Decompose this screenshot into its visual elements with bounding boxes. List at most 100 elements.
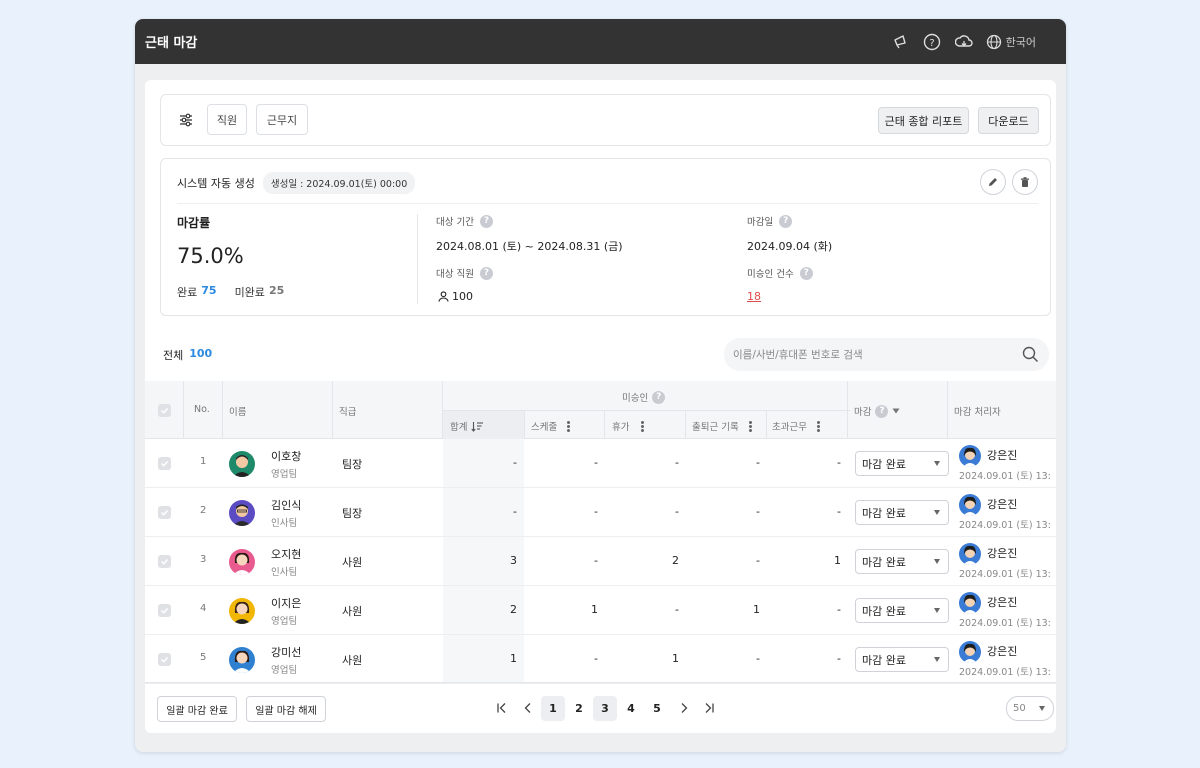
leave-value: - [675, 505, 679, 518]
download-button[interactable]: 다운로드 [978, 107, 1039, 134]
employee-name[interactable]: 오지현 [271, 546, 301, 562]
first-page-icon[interactable] [495, 700, 509, 716]
done-count: 75 [201, 284, 217, 297]
processed-at: 2024.09.01 (토) 13:... [959, 520, 1051, 531]
row-checkbox[interactable] [158, 653, 171, 666]
closing-status-select[interactable]: 마감 완료 [855, 647, 949, 672]
megaphone-icon[interactable] [890, 32, 910, 52]
header-attendance[interactable]: 출퇴근 기록 [692, 419, 752, 433]
leave-value: 1 [672, 652, 679, 665]
table-row[interactable]: 3 오지현 인사팀 사원 3 - 2 - 1 마감 완료 강은진 2024.09… [145, 537, 1056, 586]
processor-name: 강은진 [987, 645, 1018, 658]
header-sum[interactable]: 합계 [450, 419, 484, 433]
last-page-icon[interactable] [702, 700, 716, 716]
bulk-close-button[interactable]: 일괄 마감 완료 [157, 696, 237, 722]
edit-button[interactable] [980, 169, 1006, 195]
workplace-filter-chip[interactable]: 근무지 [256, 104, 308, 135]
employee-filter-chip[interactable]: 직원 [207, 104, 247, 135]
avatar [959, 445, 981, 467]
caret-down-icon [934, 510, 940, 515]
bulk-release-button[interactable]: 일괄 마감 해제 [246, 696, 326, 722]
header-schedule[interactable]: 스케줄 [531, 419, 571, 433]
page-2[interactable]: 2 [567, 696, 591, 721]
select-all-checkbox[interactable] [158, 404, 171, 417]
closing-status-select[interactable]: 마감 완료 [855, 598, 949, 623]
attendance-value: 1 [753, 603, 760, 616]
next-page-icon[interactable] [677, 700, 691, 716]
header-leave[interactable]: 휴가 [612, 419, 645, 433]
titlebar-icons: ? 한국어 [890, 19, 1036, 64]
page-size-select[interactable]: 50 [1006, 696, 1054, 721]
employees-label: 대상 직원 ? [436, 266, 493, 280]
employee-name[interactable]: 강미선 [271, 644, 301, 660]
summary-vertical-divider [417, 214, 418, 304]
period-label: 대상 기간 ? [436, 214, 493, 228]
help-icon[interactable]: ? [479, 266, 493, 280]
unapproved-count-label: 미승인 건수 ? [747, 266, 813, 280]
processor-name: 강은진 [987, 449, 1018, 462]
row-checkbox[interactable] [158, 506, 171, 519]
attendance-report-button[interactable]: 근태 종합 리포트 [878, 107, 969, 134]
help-icon[interactable]: ? [922, 32, 942, 52]
help-icon[interactable]: ? [652, 390, 666, 404]
page-5[interactable]: 5 [645, 696, 669, 721]
trash-icon [1021, 177, 1029, 187]
row-checkbox[interactable] [158, 457, 171, 470]
attendance-value: - [756, 652, 760, 665]
filter-sliders-icon[interactable] [178, 112, 194, 128]
avatar [229, 549, 255, 575]
language-selector[interactable]: 한국어 [986, 34, 1036, 50]
employee-team: 인사팀 [271, 567, 298, 578]
closing-counts: 완료 75 미완료 25 [177, 284, 284, 300]
processed-at: 2024.09.01 (토) 13:... [959, 667, 1051, 678]
table-row[interactable]: 4 이지은 영업팀 사원 2 1 - 1 - 마감 완료 강은진 2024.09… [145, 586, 1056, 635]
processor-name: 강은진 [987, 547, 1018, 560]
delete-button[interactable] [1012, 169, 1038, 195]
schedule-value: - [594, 554, 598, 567]
page-3[interactable]: 3 [593, 696, 617, 721]
page-4[interactable]: 4 [619, 696, 643, 721]
help-icon[interactable]: ? [479, 214, 493, 228]
closing-status-select[interactable]: 마감 완료 [855, 549, 949, 574]
table-row[interactable]: 5 강미선 영업팀 사원 1 - 1 - - 마감 완료 강은진 2024.09… [145, 635, 1056, 684]
cloud-download-icon[interactable] [954, 32, 974, 52]
help-icon[interactable]: ? [875, 404, 889, 418]
closing-status-select[interactable]: 마감 완료 [855, 451, 949, 476]
titlebar: 근태 마감 ? 한국어 [135, 19, 1066, 64]
more-options-icon[interactable] [816, 420, 820, 432]
more-options-icon[interactable] [748, 420, 752, 432]
search-icon[interactable] [1022, 346, 1039, 366]
processor-name: 강은진 [987, 498, 1018, 511]
page-1[interactable]: 1 [541, 696, 565, 721]
row-checkbox[interactable] [158, 555, 171, 568]
help-icon[interactable]: ? [779, 214, 793, 228]
avatar [959, 543, 981, 565]
employee-name[interactable]: 이호창 [271, 448, 301, 464]
table-row[interactable]: 1 이호창 영업팀 팀장 - - - - - 마감 완료 강은진 2024.09… [145, 439, 1056, 488]
row-checkbox[interactable] [158, 604, 171, 617]
employee-team: 인사팀 [271, 518, 298, 529]
row-number: 4 [200, 603, 207, 614]
unapproved-count-link[interactable]: 18 [747, 290, 761, 303]
header-overtime[interactable]: 초과근무 [772, 419, 820, 433]
overtime-value: - [837, 456, 841, 469]
table-row[interactable]: 2 김인식 인사팀 팀장 - - - - - 마감 완료 강은진 2024.09… [145, 488, 1056, 537]
prev-page-icon[interactable] [521, 700, 535, 716]
caret-down-icon [934, 559, 940, 564]
header-closing[interactable]: 마감 ? [854, 404, 900, 418]
overtime-value: - [837, 652, 841, 665]
employee-name[interactable]: 이지은 [271, 595, 301, 611]
overtime-value: - [837, 603, 841, 616]
row-number: 3 [200, 554, 207, 565]
search-input[interactable] [724, 338, 1004, 371]
caret-down-icon [934, 608, 940, 613]
help-icon[interactable]: ? [799, 266, 813, 280]
employee-name[interactable]: 김인식 [271, 497, 301, 513]
employee-position: 사원 [342, 654, 363, 667]
header-position: 직급 [339, 407, 357, 418]
more-options-icon[interactable] [641, 420, 645, 432]
schedule-value: - [594, 505, 598, 518]
more-options-icon[interactable] [567, 420, 571, 432]
closing-status-select[interactable]: 마감 완료 [855, 500, 949, 525]
caret-down-icon [1039, 706, 1045, 711]
